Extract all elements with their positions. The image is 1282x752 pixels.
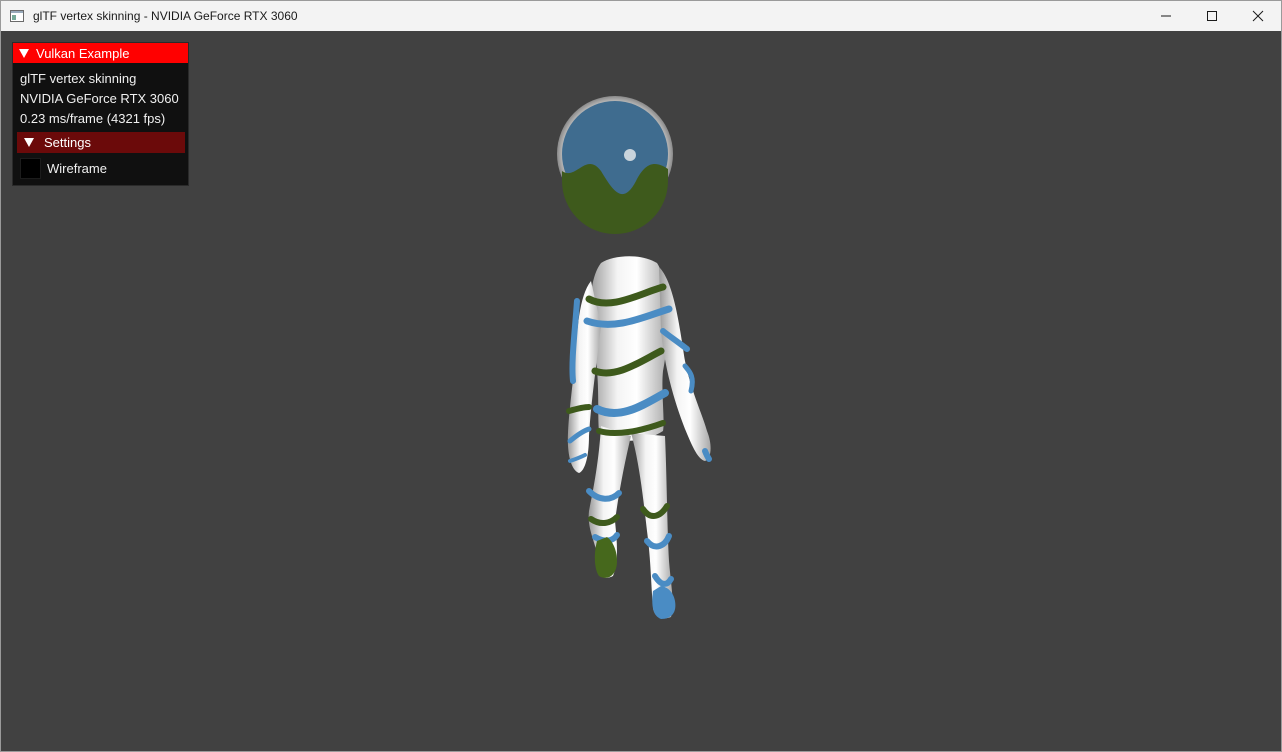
maximize-icon <box>1207 11 1217 21</box>
render-viewport[interactable]: Vulkan Example glTF vertex skinning NVID… <box>1 31 1281 751</box>
settings-collapse-triangle-icon <box>24 138 34 147</box>
close-icon <box>1252 10 1264 22</box>
close-button[interactable] <box>1235 1 1281 31</box>
settings-label: Settings <box>44 135 91 150</box>
app-window-icon <box>10 10 24 22</box>
character-head <box>557 96 673 234</box>
gpu-name: NVIDIA GeForce RTX 3060 <box>20 91 179 106</box>
sample-name: glTF vertex skinning <box>20 71 137 86</box>
title-bar[interactable]: glTF vertex skinning - NVIDIA GeForce RT… <box>1 1 1281 31</box>
overlay-title: Vulkan Example <box>36 45 130 61</box>
maximize-button[interactable] <box>1189 1 1235 31</box>
imgui-overlay-window[interactable]: Vulkan Example glTF vertex skinning NVID… <box>12 42 189 186</box>
app-window: glTF vertex skinning - NVIDIA GeForce RT… <box>0 0 1282 752</box>
frame-time: 0.23 ms/frame (4321 fps) <box>20 111 166 126</box>
wireframe-label[interactable]: Wireframe <box>47 161 107 176</box>
window-title: glTF vertex skinning - NVIDIA GeForce RT… <box>33 9 298 23</box>
overlay-header[interactable]: Vulkan Example <box>13 43 188 63</box>
caption-buttons <box>1143 1 1281 31</box>
settings-header[interactable]: Settings <box>17 132 185 153</box>
collapse-triangle-icon <box>19 48 29 58</box>
minimize-icon <box>1161 15 1171 17</box>
wireframe-row[interactable]: Wireframe <box>20 158 107 179</box>
wireframe-checkbox[interactable] <box>20 158 41 179</box>
skinned-character-model <box>557 96 712 619</box>
minimize-button[interactable] <box>1143 1 1189 31</box>
